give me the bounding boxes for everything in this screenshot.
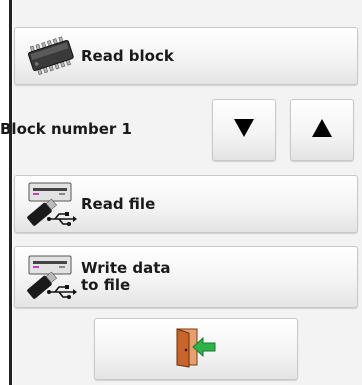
- read-file-button[interactable]: Read file: [14, 175, 358, 233]
- chip-icon: [23, 31, 79, 81]
- write-data-to-file-label: Write data to file: [81, 260, 171, 294]
- exit-door-icon: [173, 326, 219, 372]
- read-file-label: Read file: [81, 194, 156, 213]
- write-label-line2: to file: [81, 276, 131, 294]
- block-up-button[interactable]: [290, 99, 354, 161]
- block-number-label: Block number 1: [0, 120, 132, 138]
- read-block-label: Read block: [81, 46, 174, 65]
- block-down-button[interactable]: [212, 99, 276, 161]
- write-data-to-file-button[interactable]: Write data to file: [14, 246, 358, 308]
- exit-button[interactable]: [94, 318, 298, 380]
- left-frame-border: [0, 0, 13, 385]
- triangle-up-icon: [311, 118, 333, 142]
- read-block-button[interactable]: Read block: [14, 27, 358, 85]
- write-label-line1: Write data: [81, 259, 171, 277]
- usb-drive-icon: [23, 179, 79, 229]
- triangle-down-icon: [233, 118, 255, 142]
- usb-drive-icon: [23, 252, 79, 302]
